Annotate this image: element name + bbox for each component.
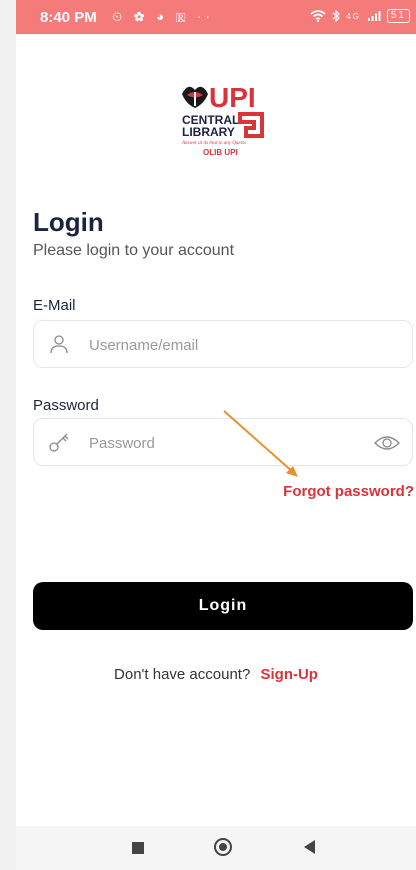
recent-apps-icon[interactable] xyxy=(132,842,144,854)
password-label: Password xyxy=(33,397,99,414)
signup-prompt: Don't have account? xyxy=(114,666,251,683)
svg-text:OLIB UPI: OLIB UPI xyxy=(203,148,238,157)
battery-icon: 51 xyxy=(386,9,410,23)
status-time: 8:40 PM xyxy=(40,9,97,26)
network-type: 4G xyxy=(346,11,361,21)
system-nav-bar xyxy=(16,826,416,870)
eye-icon[interactable] xyxy=(374,432,400,454)
signal-icon xyxy=(367,11,381,21)
email-placeholder: Username/email xyxy=(89,337,199,354)
key-icon xyxy=(49,433,69,452)
back-icon[interactable] xyxy=(304,840,315,854)
upi-library-logo: UPI CENTRAL LIBRARY Answer at its best t… xyxy=(181,82,264,157)
password-placeholder: Password xyxy=(89,435,155,452)
wifi-icon xyxy=(310,10,326,22)
bluetooth-icon xyxy=(332,10,341,22)
annotation-arrow-icon xyxy=(223,410,298,477)
svg-text:LIBRARY: LIBRARY xyxy=(182,125,235,139)
notification-icons: ⏲ ✿ ◕ 🅁 ·· xyxy=(112,9,214,24)
home-icon[interactable] xyxy=(214,838,232,856)
forgot-password-link[interactable]: Forgot password? xyxy=(283,483,414,500)
email-label: E-Mail xyxy=(33,297,76,314)
svg-text:UPI: UPI xyxy=(209,82,256,113)
login-button[interactable]: Login xyxy=(33,582,413,630)
page-subtitle: Please login to your account xyxy=(33,242,235,259)
signup-link[interactable]: Sign-Up xyxy=(260,666,318,683)
page-title: Login xyxy=(33,207,104,237)
email-field[interactable]: Username/email xyxy=(33,320,413,368)
phone-screen: 8:40 PM ⏲ ✿ ◕ 🅁 ·· 4G 51 UPI CENTRAL LIB… xyxy=(16,0,416,870)
signup-row: Don't have account? Sign-Up xyxy=(16,666,416,683)
status-bar: 8:40 PM ⏲ ✿ ◕ 🅁 ·· 4G 51 xyxy=(16,0,416,34)
system-icons: 4G 51 xyxy=(310,9,410,23)
svg-text:Answer at its best to any Ques: Answer at its best to any Quests xyxy=(181,141,246,146)
user-icon xyxy=(50,335,68,354)
